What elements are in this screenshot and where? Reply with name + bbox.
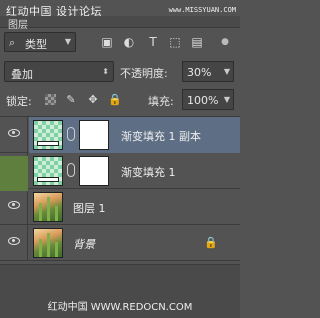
- image-filter-icon[interactable]: ▣: [100, 35, 114, 49]
- panel-tab-bar: 图层: [0, 16, 240, 31]
- layer-body[interactable]: 背景 🔒: [29, 225, 240, 261]
- blend-mode-select[interactable]: 叠加 ⬍: [4, 61, 114, 82]
- eye-icon: [8, 201, 20, 209]
- lock-image-pixels-icon[interactable]: ✎: [64, 93, 78, 107]
- watermark-top-right: www.MISSYUAN.COM: [168, 6, 236, 14]
- layer-body[interactable]: 图层 1: [29, 189, 240, 225]
- lock-toolbar: 锁定: ✎ ✥ 🔒 填充: 100% ▼: [0, 88, 240, 112]
- visibility-toggle[interactable]: [0, 117, 28, 153]
- fill-value: 100%: [187, 94, 219, 107]
- chevron-down-icon: ▼: [64, 37, 71, 46]
- visibility-toggle[interactable]: [0, 189, 28, 225]
- filter-toolbar: ⌕ 类型 ▼ ▣ ◐ T ⬚ ▤ ●: [0, 30, 240, 56]
- filter-kind-label: 类型: [25, 38, 47, 51]
- search-icon: ⌕: [9, 36, 16, 49]
- tab-layers[interactable]: 图层: [8, 16, 28, 31]
- opacity-value: 30%: [187, 66, 212, 79]
- layer-name: 渐变填充 1: [121, 166, 176, 179]
- layer-body[interactable]: 渐变填充 1: [29, 153, 240, 189]
- layer-body[interactable]: 渐变填充 1 副本: [29, 117, 240, 153]
- chevron-down-icon: ⬍: [102, 67, 109, 76]
- fill-label: 填充:: [148, 95, 174, 108]
- shape-filter-icon[interactable]: ⬚: [168, 35, 182, 49]
- chevron-down-icon: ▼: [223, 95, 230, 104]
- layer-mask-thumbnail[interactable]: [79, 120, 109, 150]
- gradient-thumbnail: [33, 156, 63, 186]
- lock-icon: 🔒: [204, 236, 218, 249]
- selection-indicator: [0, 156, 28, 191]
- layer-row[interactable]: 背景 🔒: [0, 225, 240, 261]
- adjustment-filter-icon[interactable]: ◐: [122, 35, 136, 49]
- smart-object-filter-icon[interactable]: ▤: [190, 35, 204, 49]
- panel-footer: 红动中国 WWW.REDOCN.COM: [0, 264, 240, 318]
- layer-thumbnail: [33, 192, 63, 222]
- link-icon[interactable]: [67, 127, 75, 141]
- fill-field[interactable]: 100% ▼: [182, 89, 234, 110]
- opacity-label: 不透明度:: [120, 67, 168, 80]
- filter-kind-select[interactable]: ⌕ 类型 ▼: [4, 32, 76, 52]
- layers-list: 渐变填充 1 副本 渐变填充 1 图层 1 背景 🔒: [0, 116, 240, 264]
- layer-thumbnail: [33, 228, 63, 258]
- chevron-down-icon: ▼: [223, 67, 230, 76]
- blend-mode-value: 叠加: [11, 68, 33, 81]
- layer-name: 背景: [73, 238, 95, 251]
- layer-row[interactable]: 渐变填充 1: [0, 153, 240, 189]
- layer-name: 渐变填充 1 副本: [121, 130, 201, 143]
- eye-icon: [8, 129, 20, 137]
- lock-position-icon[interactable]: ✥: [86, 93, 100, 107]
- lock-label: 锁定:: [6, 95, 32, 108]
- eye-icon: [8, 237, 20, 245]
- layer-name: 图层 1: [73, 202, 106, 215]
- lock-transparent-pixels-icon[interactable]: [44, 93, 58, 107]
- filter-toggle-icon[interactable]: ●: [218, 35, 232, 49]
- lock-all-icon[interactable]: 🔒: [108, 93, 122, 107]
- watermark-bottom: 红动中国 WWW.REDOCN.COM: [47, 302, 193, 313]
- layer-row[interactable]: 图层 1: [0, 189, 240, 225]
- opacity-field[interactable]: 30% ▼: [182, 61, 234, 82]
- blend-toolbar: 叠加 ⬍ 不透明度: 30% ▼: [0, 60, 240, 84]
- layer-mask-thumbnail[interactable]: [79, 156, 109, 186]
- gradient-thumbnail: [33, 120, 63, 150]
- link-icon[interactable]: [67, 163, 75, 177]
- visibility-toggle[interactable]: [0, 225, 28, 261]
- layer-row[interactable]: 渐变填充 1 副本: [0, 117, 240, 153]
- type-filter-icon[interactable]: T: [146, 35, 160, 49]
